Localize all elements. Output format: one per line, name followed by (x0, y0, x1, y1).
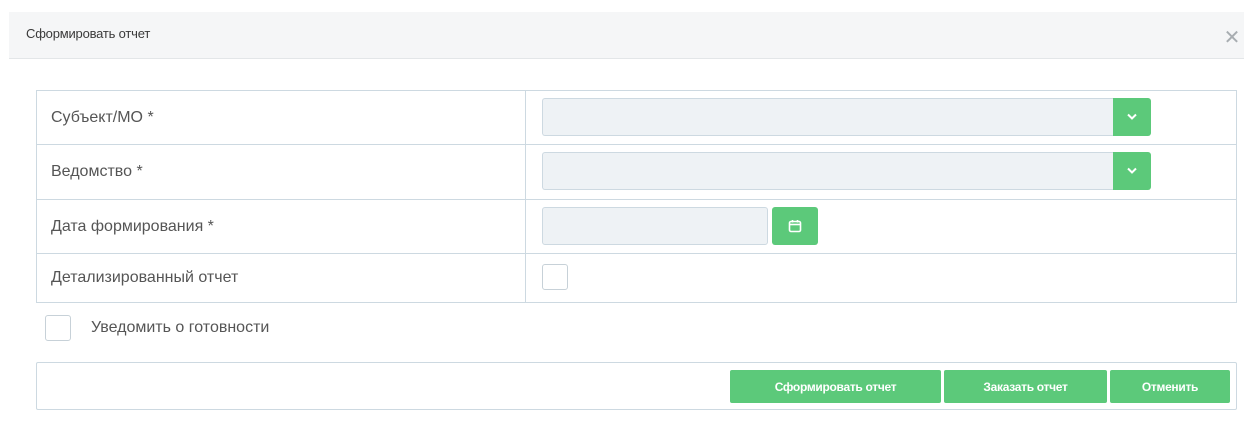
department-select-value[interactable] (542, 152, 1113, 190)
form-row-detailed: Детализированный отчет (37, 254, 1236, 302)
detailed-checkbox[interactable] (542, 264, 568, 290)
department-label: Ведомство * (37, 145, 526, 199)
form-row-date: Дата формирования * (37, 200, 1236, 254)
date-input[interactable] (542, 207, 768, 245)
dialog-header: Сформировать отчет ✕ (9, 12, 1244, 59)
notify-checkbox[interactable] (45, 315, 71, 341)
chevron-down-icon (1127, 167, 1137, 174)
date-picker-button[interactable] (772, 207, 818, 245)
order-report-button[interactable]: Заказать отчет (944, 370, 1107, 403)
department-dropdown-button[interactable] (1113, 152, 1151, 190)
subject-select[interactable] (542, 98, 1151, 136)
report-dialog: Сформировать отчет ✕ Субъект/МО * Ведомс… (9, 12, 1244, 423)
subject-select-value[interactable] (542, 98, 1113, 136)
form-row-department: Ведомство * (37, 145, 1236, 200)
dialog-title: Сформировать отчет (26, 26, 151, 41)
form-row-subject: Субъект/МО * (37, 91, 1236, 145)
date-label: Дата формирования * (37, 200, 526, 253)
chevron-down-icon (1127, 113, 1137, 120)
department-select[interactable] (542, 152, 1151, 190)
dialog-footer: Сформировать отчет Заказать отчет Отмени… (36, 362, 1237, 410)
calendar-icon (788, 220, 802, 233)
notify-row: Уведомить о готовности (45, 314, 269, 342)
subject-dropdown-button[interactable] (1113, 98, 1151, 136)
detailed-label: Детализированный отчет (37, 254, 526, 302)
notify-label: Уведомить о готовности (91, 319, 270, 336)
report-form: Субъект/МО * Ведомство * Дата формирован… (36, 90, 1237, 303)
cancel-button[interactable]: Отменить (1110, 370, 1230, 403)
generate-report-button[interactable]: Сформировать отчет (730, 370, 941, 403)
close-icon[interactable]: ✕ (1220, 25, 1244, 49)
subject-label: Субъект/МО * (37, 91, 526, 144)
